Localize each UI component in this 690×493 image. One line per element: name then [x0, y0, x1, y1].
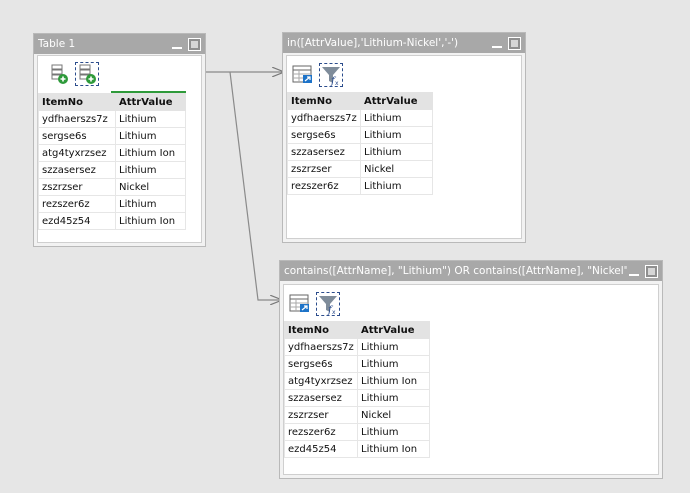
column-header-itemno[interactable]: ItemNo — [284, 321, 358, 339]
table-row[interactable]: zszrzser Nickel — [38, 178, 186, 196]
cell-attrvalue[interactable]: Lithium — [115, 127, 186, 145]
filter1-titlebar[interactable]: in([AttrValue],'Lithium-Nickel','-') — [283, 33, 525, 53]
table-row[interactable]: ydfhaerszs7z Lithium — [287, 109, 433, 127]
minimize-button[interactable] — [627, 264, 641, 278]
filter-fx-icon[interactable]: f x — [316, 292, 340, 316]
filter1-panel[interactable]: in([AttrValue],'Lithium-Nickel','-') f x… — [282, 32, 526, 243]
svg-text:x: x — [332, 309, 336, 315]
cell-itemno[interactable]: rezszer6z — [38, 195, 116, 213]
filter2-toolbar: f x — [288, 292, 340, 316]
cell-itemno[interactable]: sergse6s — [287, 126, 361, 144]
cell-itemno[interactable]: ezd45z54 — [284, 440, 358, 458]
table-row[interactable]: ydfhaerszs7z Lithium — [284, 338, 430, 356]
table-row[interactable]: rezszer6z Lithium — [38, 195, 186, 213]
table-row[interactable]: ezd45z54 Lithium Ion — [284, 440, 430, 458]
svg-text:x: x — [335, 80, 339, 86]
cell-itemno[interactable]: zszrzser — [284, 406, 358, 424]
cell-itemno[interactable]: zszrzser — [287, 160, 361, 178]
table-row[interactable]: sergse6s Lithium — [284, 355, 430, 373]
table-row[interactable]: sergse6s Lithium — [38, 127, 186, 145]
filter-fx-icon[interactable]: f x — [319, 63, 343, 87]
filter1-grid: ItemNo AttrValue ydfhaerszs7z Lithium serg… — [287, 92, 433, 195]
table-row[interactable]: atg4tyxrzsez Lithium Ion — [38, 144, 186, 162]
column-header-itemno[interactable]: ItemNo — [287, 92, 361, 110]
cell-attrvalue[interactable]: Nickel — [115, 178, 186, 196]
cell-itemno[interactable]: szzasersez — [284, 389, 358, 407]
table1-panel[interactable]: Table 1 ItemNo AttrValue ydfhaerszs7z Li… — [33, 33, 206, 247]
table1-grid: ItemNo AttrValue ydfhaerszs7z Lithium serg… — [38, 93, 186, 230]
cell-itemno[interactable]: ydfhaerszs7z — [287, 109, 361, 127]
add-row-selected-icon[interactable] — [75, 62, 99, 86]
cell-itemno[interactable]: szzasersez — [287, 143, 361, 161]
column-header-itemno[interactable]: ItemNo — [38, 93, 116, 111]
minimize-button[interactable] — [490, 36, 504, 50]
cell-attrvalue[interactable]: Lithium Ion — [357, 440, 430, 458]
table1-titlebar[interactable]: Table 1 — [34, 34, 205, 54]
table-link-icon[interactable] — [288, 292, 312, 316]
table-row[interactable]: zszrzser Nickel — [287, 160, 433, 178]
cell-attrvalue[interactable]: Lithium Ion — [115, 212, 186, 230]
cell-itemno[interactable]: sergse6s — [38, 127, 116, 145]
filter2-panel[interactable]: contains([AttrName], "Lithium") OR conta… — [279, 260, 663, 479]
cell-itemno[interactable]: atg4tyxrzsez — [284, 372, 358, 390]
table-row[interactable]: rezszer6z Lithium — [284, 423, 430, 441]
cell-attrvalue[interactable]: Lithium — [357, 355, 430, 373]
filter2-title: contains([AttrName], "Lithium") OR conta… — [284, 265, 627, 277]
cell-attrvalue[interactable]: Lithium — [360, 143, 433, 161]
table1-toolbar — [47, 62, 99, 86]
cell-attrvalue[interactable]: Lithium — [115, 161, 186, 179]
cell-attrvalue[interactable]: Lithium — [115, 195, 186, 213]
column-header-attrvalue[interactable]: AttrValue — [115, 93, 186, 111]
cell-attrvalue[interactable]: Lithium — [360, 177, 433, 195]
cell-attrvalue[interactable]: Nickel — [357, 406, 430, 424]
connector-to-filter2 — [229, 71, 281, 300]
cell-attrvalue[interactable]: Lithium — [360, 109, 433, 127]
table-row[interactable]: rezszer6z Lithium — [287, 177, 433, 195]
column-header-attrvalue[interactable]: AttrValue — [360, 92, 433, 110]
maximize-button[interactable] — [508, 36, 521, 50]
table-row[interactable]: ezd45z54 Lithium Ion — [38, 212, 186, 230]
cell-itemno[interactable]: ydfhaerszs7z — [38, 110, 116, 128]
filter1-title: in([AttrValue],'Lithium-Nickel','-') — [287, 37, 459, 49]
minimize-button[interactable] — [170, 37, 184, 51]
cell-attrvalue[interactable]: Lithium — [357, 423, 430, 441]
table-row[interactable]: szzasersez Lithium — [287, 143, 433, 161]
cell-itemno[interactable]: ydfhaerszs7z — [284, 338, 358, 356]
filter2-grid: ItemNo AttrValue ydfhaerszs7z Lithium serg… — [284, 321, 430, 458]
cell-attrvalue[interactable]: Lithium — [360, 126, 433, 144]
table-row[interactable]: ydfhaerszs7z Lithium — [38, 110, 186, 128]
cell-attrvalue[interactable]: Lithium — [357, 338, 430, 356]
cell-itemno[interactable]: sergse6s — [284, 355, 358, 373]
cell-itemno[interactable]: rezszer6z — [287, 177, 361, 195]
maximize-button[interactable] — [645, 264, 658, 278]
filter2-titlebar[interactable]: contains([AttrName], "Lithium") OR conta… — [280, 261, 662, 281]
cell-itemno[interactable]: zszrzser — [38, 178, 116, 196]
filter1-toolbar: f x — [291, 63, 343, 87]
cell-itemno[interactable]: atg4tyxrzsez — [38, 144, 116, 162]
cell-attrvalue[interactable]: Lithium Ion — [115, 144, 186, 162]
filter1-content: f x ItemNo AttrValue ydfhaerszs7z Lithium… — [286, 55, 522, 239]
table-link-icon[interactable] — [291, 63, 315, 87]
filter2-content: f x ItemNo AttrValue ydfhaerszs7z Lithium… — [283, 284, 659, 475]
cell-attrvalue[interactable]: Lithium — [115, 110, 186, 128]
cell-attrvalue[interactable]: Lithium Ion — [357, 372, 430, 390]
column-header-attrvalue[interactable]: AttrValue — [357, 321, 430, 339]
cell-itemno[interactable]: szzasersez — [38, 161, 116, 179]
cell-itemno[interactable]: ezd45z54 — [38, 212, 116, 230]
maximize-button[interactable] — [188, 37, 201, 51]
table-row[interactable]: atg4tyxrzsez Lithium Ion — [284, 372, 430, 390]
table-row[interactable]: szzasersez Lithium — [38, 161, 186, 179]
table-row[interactable]: zszrzser Nickel — [284, 406, 430, 424]
table-row[interactable]: sergse6s Lithium — [287, 126, 433, 144]
add-row-icon[interactable] — [47, 62, 71, 86]
cell-itemno[interactable]: rezszer6z — [284, 423, 358, 441]
table1-title: Table 1 — [38, 38, 76, 50]
table-row[interactable]: szzasersez Lithium — [284, 389, 430, 407]
cell-attrvalue[interactable]: Lithium — [357, 389, 430, 407]
table1-content: ItemNo AttrValue ydfhaerszs7z Lithium serg… — [37, 55, 202, 243]
cell-attrvalue[interactable]: Nickel — [360, 160, 433, 178]
